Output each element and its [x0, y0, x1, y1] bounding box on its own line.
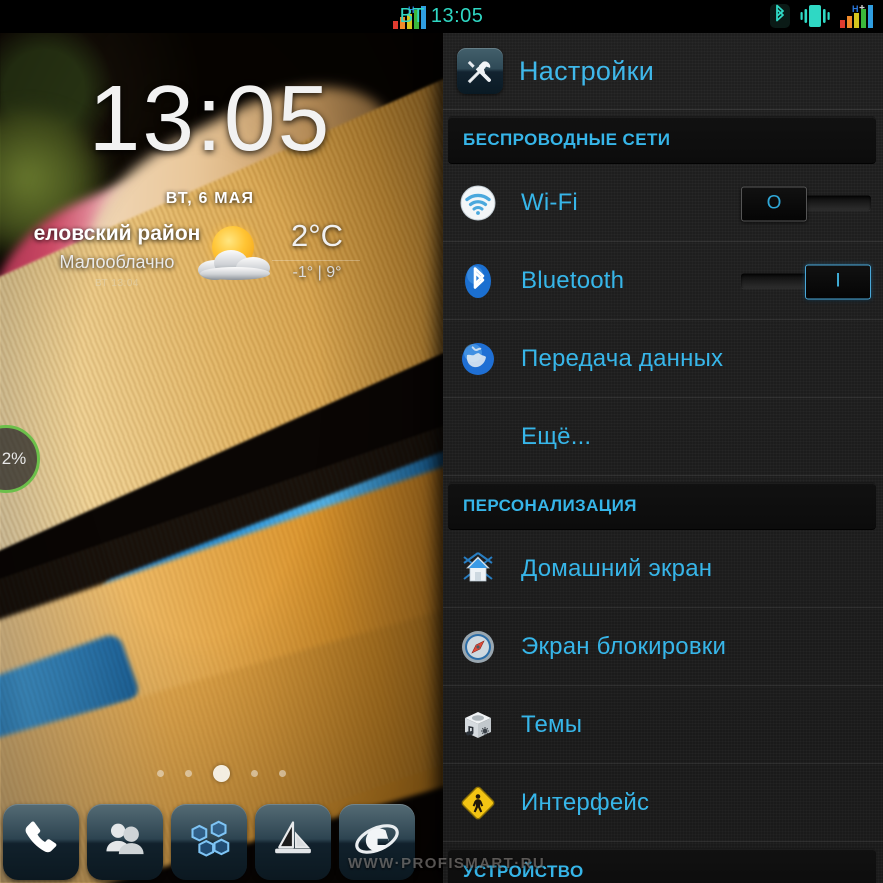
settings-title: Настройки: [519, 55, 655, 86]
settings-panel: Настройки БЕСПРОВОДНЫЕ СЕТИ Wi-Fi O Blue…: [443, 33, 883, 883]
page-dot[interactable]: [157, 770, 164, 777]
weather-divider: [272, 260, 360, 261]
dock-phone-button[interactable]: [3, 803, 79, 880]
settings-row-wifi[interactable]: Wi-Fi O: [443, 164, 883, 242]
settings-row-label: Экран блокировки: [521, 632, 727, 660]
section-header-wireless: БЕСПРОВОДНЫЕ СЕТИ: [448, 116, 876, 164]
watermark: WWW·PROFISMART·RU: [348, 855, 546, 872]
status-bar-time: ВТ 13:05: [399, 5, 484, 27]
settings-header: Настройки: [443, 33, 883, 110]
page-dot[interactable]: [279, 770, 286, 777]
settings-row-interface[interactable]: Интерфейс: [443, 764, 883, 842]
weather-high-low: -1° | 9°: [292, 264, 342, 281]
section-header-label: БЕСПРОВОДНЫЕ СЕТИ: [463, 130, 671, 149]
wifi-icon: [457, 182, 499, 224]
vibrate-icon: [798, 3, 832, 34]
empty-icon-slot: [457, 416, 499, 458]
page-indicator: [0, 765, 443, 782]
settings-row-label: Передача данных: [521, 344, 724, 372]
section-header-label: ПЕРСОНАЛИЗАЦИЯ: [463, 496, 637, 515]
bluetooth-toggle[interactable]: I: [741, 264, 871, 299]
date-label: ВТ, 6 МАЯ: [165, 190, 255, 207]
dock-app-drawer-button[interactable]: [171, 803, 247, 880]
status-bar: H ВТ 13:05 H: [0, 0, 883, 33]
bluetooth-icon: [457, 260, 499, 302]
weather-widget[interactable]: еловский район Малооблачно ВТ 13:04 2°C …: [0, 212, 443, 302]
settings-row-label: Интерфейс: [521, 788, 650, 816]
page-dot-active[interactable]: [213, 765, 230, 782]
phone-screen: 13:05 ВТ, 6 МАЯ еловский район Малооблач…: [0, 0, 883, 883]
page-dot[interactable]: [251, 770, 258, 777]
sailboat-icon: [271, 817, 315, 866]
weather-temperature: 2°C: [290, 218, 344, 253]
dock-messaging-button[interactable]: [255, 803, 331, 880]
pedestrian-sign-icon: [457, 782, 499, 824]
dock-contacts-button[interactable]: [87, 803, 163, 880]
battery-percent-label: 2%: [1, 449, 27, 468]
cubes-icon: [187, 817, 231, 866]
toggle-knob-on[interactable]: I: [805, 264, 871, 299]
svg-text:H: H: [852, 4, 859, 14]
settings-row-label: Темы: [521, 710, 583, 738]
globe-icon: [457, 338, 499, 380]
status-bar-right-icons: H: [769, 3, 879, 34]
settings-row-home-screen[interactable]: Домашний экран: [443, 530, 883, 608]
theme-box-icon: [457, 704, 499, 746]
compass-icon: [457, 626, 499, 668]
settings-row-data-usage[interactable]: Передача данных: [443, 320, 883, 398]
signal-bars-h-icon: H: [839, 3, 879, 34]
house-icon: [457, 548, 499, 590]
settings-row-label: Wi-Fi: [521, 188, 578, 216]
settings-row-label: Ещё...: [521, 422, 592, 450]
toggle-knob-off[interactable]: O: [741, 186, 807, 221]
bluetooth-icon: [769, 3, 791, 34]
settings-row-themes[interactable]: Темы: [443, 686, 883, 764]
settings-row-label: Домашний экран: [521, 554, 713, 582]
hammer-wrench-icon: [457, 48, 503, 94]
settings-row-bluetooth[interactable]: Bluetooth I: [443, 242, 883, 320]
settings-row-lock-screen[interactable]: Экран блокировки: [443, 608, 883, 686]
settings-row-more[interactable]: Ещё...: [443, 398, 883, 476]
settings-row-label: Bluetooth: [521, 266, 625, 294]
people-icon: [103, 817, 147, 866]
clock-widget: 13:05: [88, 66, 332, 170]
page-dot[interactable]: [185, 770, 192, 777]
wifi-toggle[interactable]: O: [741, 186, 871, 221]
phone-icon: [20, 818, 62, 865]
section-header-personalization: ПЕРСОНАЛИЗАЦИЯ: [448, 482, 876, 530]
